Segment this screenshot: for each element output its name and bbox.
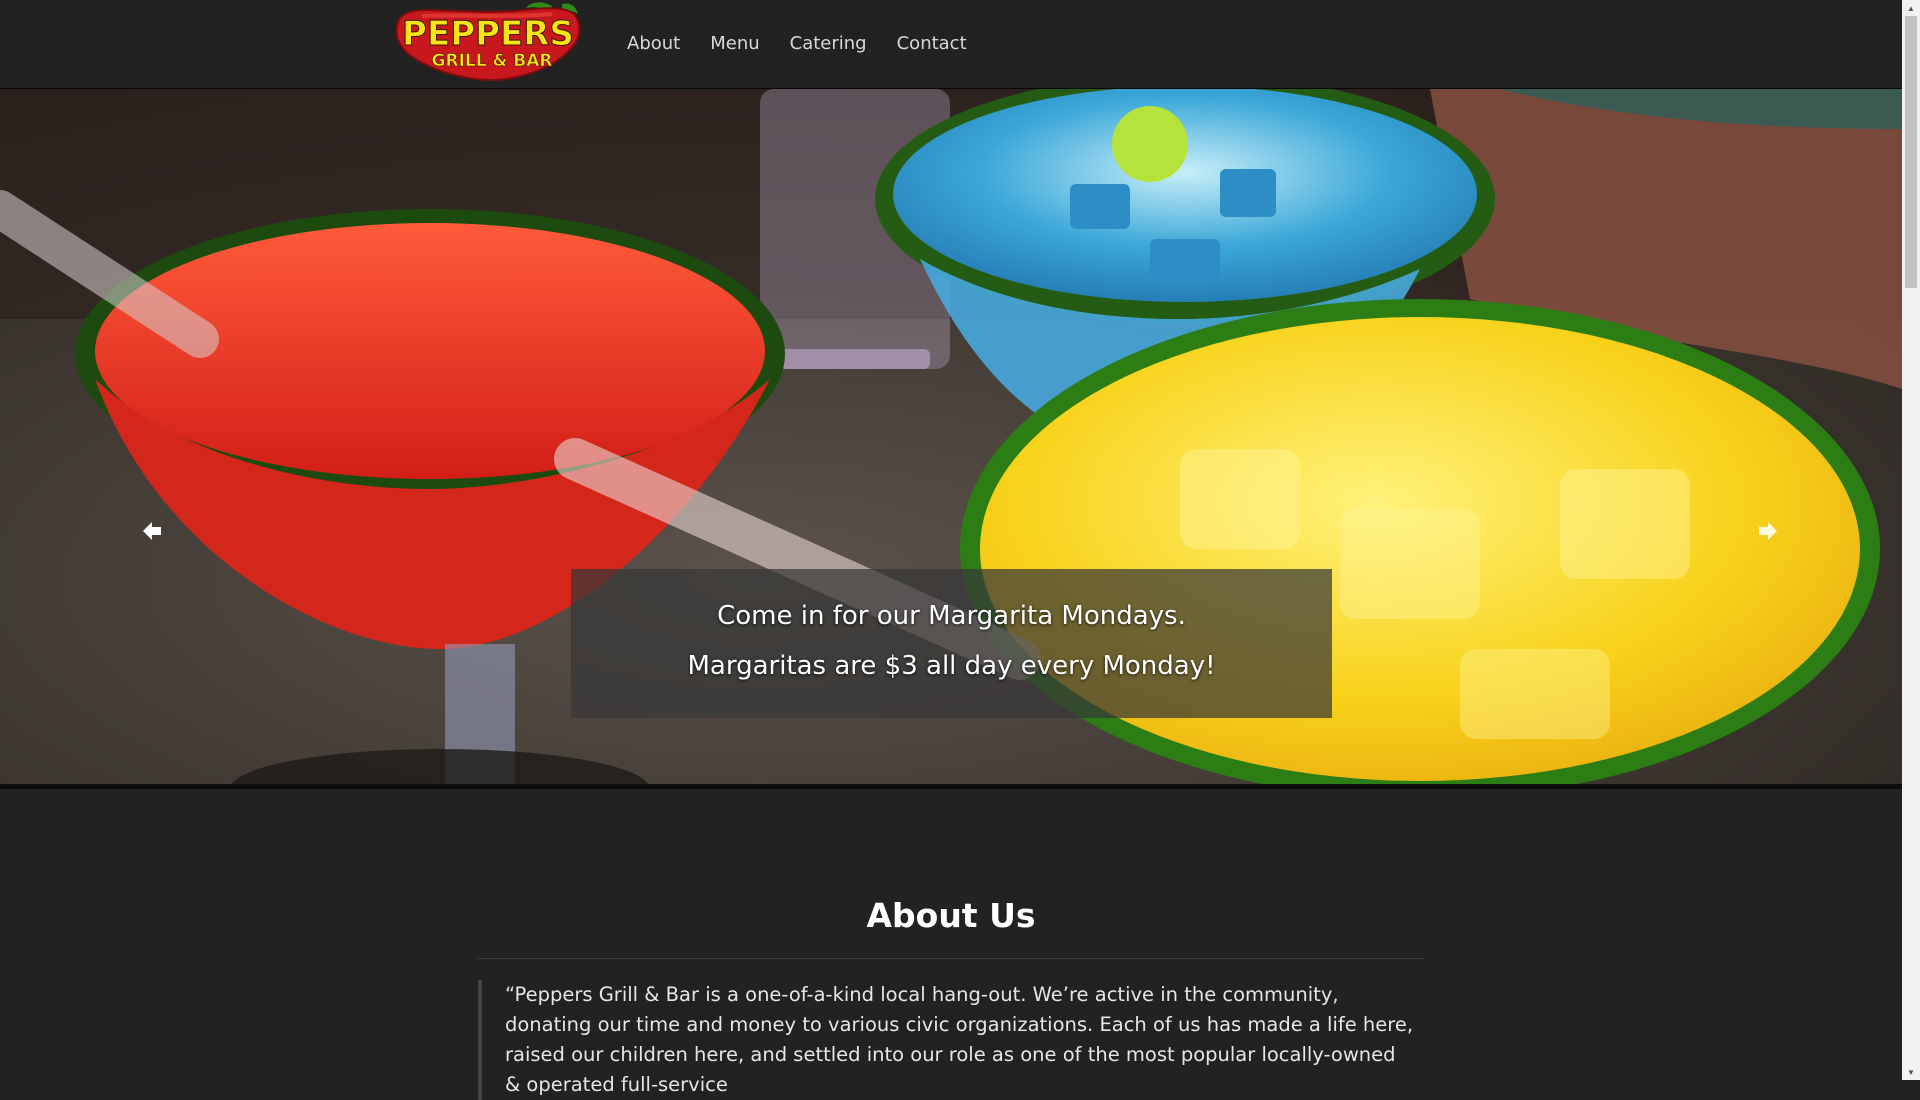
caption-line-1: Come in for our Margarita Mondays. [717,601,1186,631]
nav-menu: About Menu Catering Contact [612,0,982,88]
carousel-next-button[interactable] [1748,511,1788,551]
svg-text:PEPPERS: PEPPERS [402,14,574,54]
peppers-logo[interactable]: PEPPERS GRILL & BAR [392,0,584,84]
scroll-up-icon[interactable]: ▲ [1902,0,1920,16]
arrow-left-icon [143,522,161,540]
scroll-thumb[interactable] [1905,16,1917,288]
about-heading: About Us [866,896,1036,935]
svg-text:GRILL & BAR: GRILL & BAR [432,51,553,71]
top-navbar: PEPPERS GRILL & BAR About Menu Catering … [0,0,1902,89]
arrow-right-icon [1759,522,1777,540]
caption-line-2: Margaritas are $3 all day every Monday! [687,651,1216,681]
carousel-caption: Come in for our Margarita Mondays. Marga… [571,569,1332,718]
page-scrollbar[interactable]: ▲ ▼ [1902,0,1920,1080]
about-quote: “Peppers Grill & Bar is a one-of-a-kind … [478,980,1424,1100]
scroll-down-icon[interactable]: ▼ [1902,1064,1920,1080]
nav-contact[interactable]: Contact [882,0,982,88]
hero-carousel: Come in for our Margarita Mondays. Marga… [0,89,1902,789]
nav-menu-link[interactable]: Menu [695,0,774,88]
nav-catering[interactable]: Catering [775,0,882,88]
carousel-prev-button[interactable] [132,511,172,551]
about-divider [478,958,1424,959]
nav-about[interactable]: About [612,0,695,88]
